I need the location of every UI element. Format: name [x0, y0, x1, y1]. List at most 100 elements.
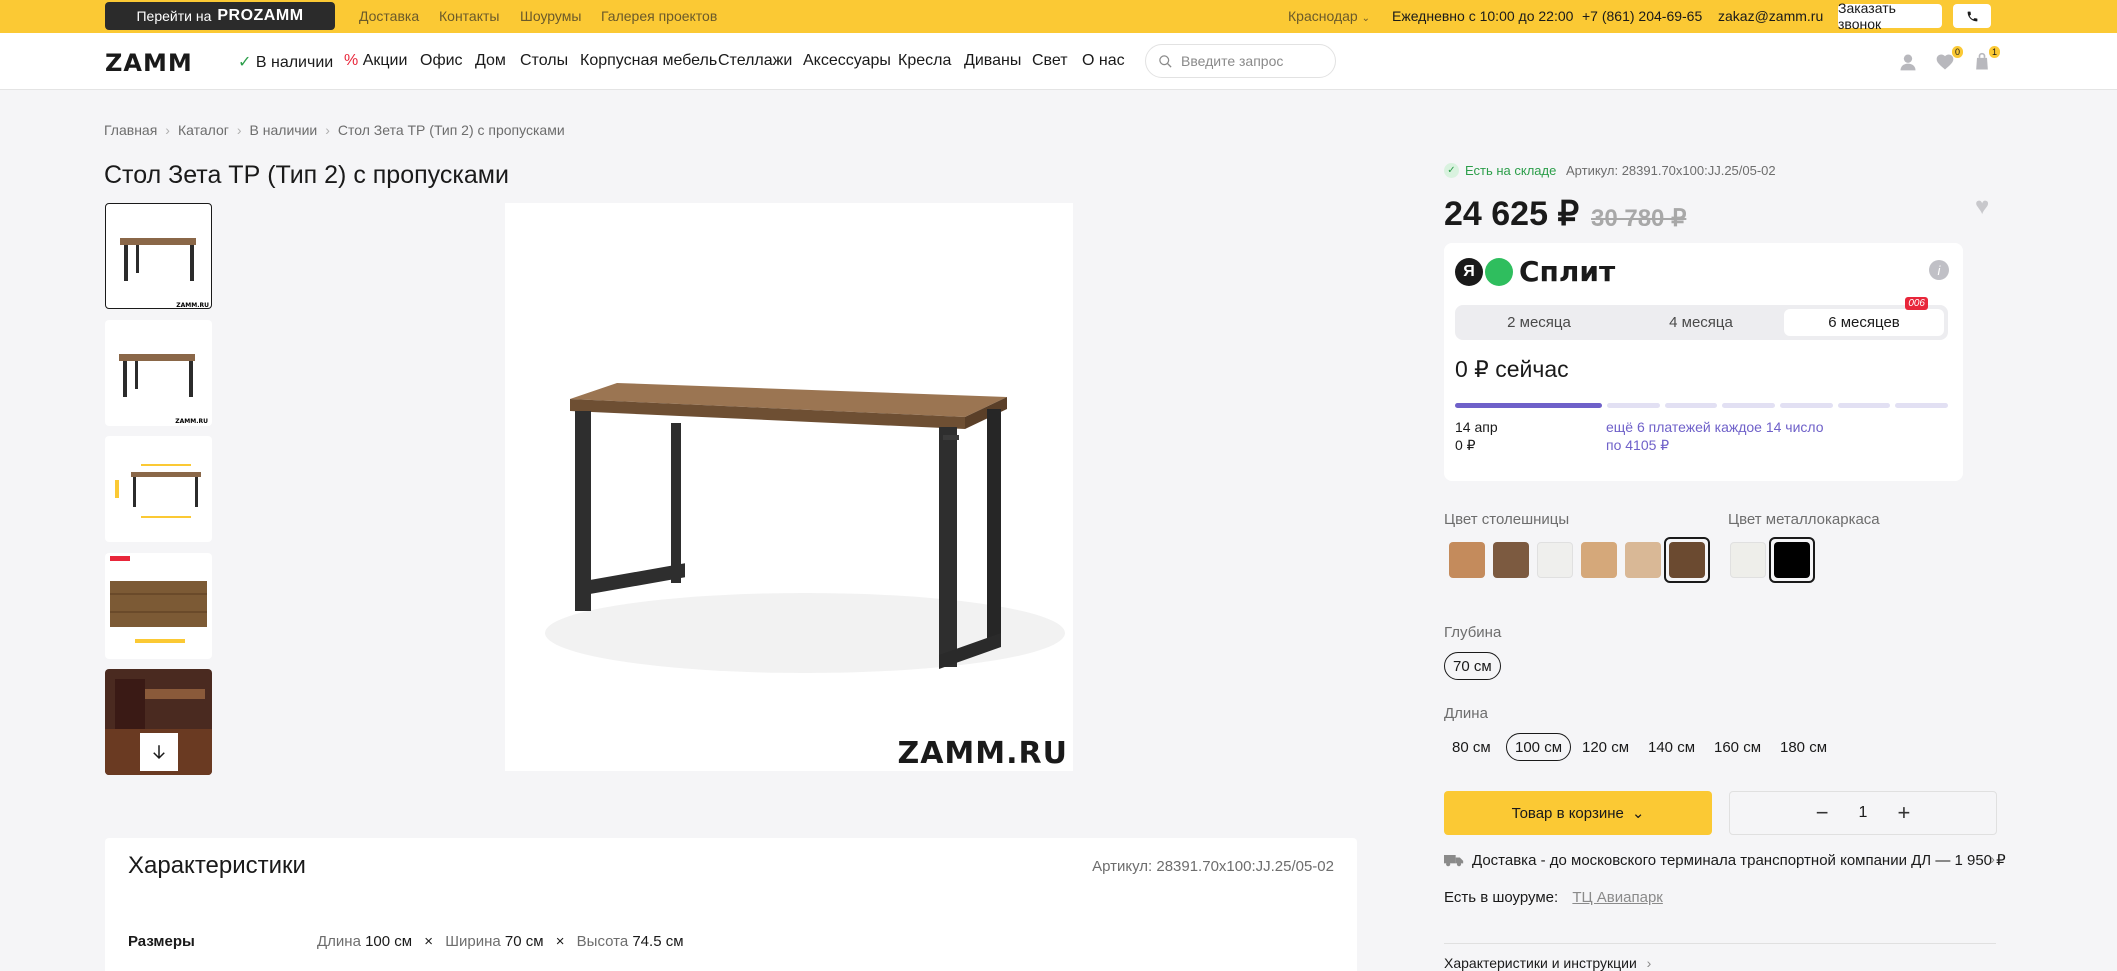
- favorites-count: 0: [1951, 46, 1963, 58]
- thumbnail[interactable]: ZAMM.RU: [105, 320, 212, 426]
- nav-item-light[interactable]: Свет: [1032, 52, 1068, 70]
- tab-6-months[interactable]: 6 месяцев: [1784, 309, 1944, 336]
- phone-button[interactable]: [1953, 4, 1991, 28]
- top-link-showrooms[interactable]: Шоурумы: [520, 8, 581, 24]
- dim-height: 74.5 см: [632, 933, 684, 950]
- plus-button[interactable]: +: [1897, 800, 1910, 826]
- truck-icon: [1444, 855, 1464, 867]
- tab-4-months[interactable]: 4 месяца: [1621, 309, 1781, 336]
- chevron-right-icon[interactable]: ›: [1990, 851, 1995, 868]
- prozamm-button[interactable]: Перейти на PROZAMM: [105, 2, 335, 30]
- length-option-80[interactable]: 80 см: [1444, 733, 1499, 761]
- cart-icon[interactable]: 1: [1970, 46, 2000, 74]
- nav-item-in-stock[interactable]: ✓ В наличии: [238, 52, 333, 72]
- thumbnail[interactable]: ZAMM.RU: [105, 203, 212, 309]
- breadcrumb: Главная › Каталог › В наличии › Стол Зет…: [104, 122, 565, 138]
- depth-option[interactable]: 70 см: [1444, 652, 1501, 680]
- nav-item-sales[interactable]: % Акции: [344, 52, 407, 70]
- nav-item-home[interactable]: Дом: [475, 52, 506, 70]
- color-swatch[interactable]: [1493, 542, 1529, 578]
- times-icon: ×: [555, 933, 565, 950]
- yandex-logo-icon: Я: [1455, 257, 1483, 286]
- site-logo[interactable]: ZAMM: [105, 49, 193, 77]
- nav-item-office[interactable]: Офис: [420, 52, 463, 70]
- old-price: 30 780 ₽: [1591, 205, 1687, 232]
- instructions-link[interactable]: Характеристики и инструкции ›: [1444, 955, 1651, 971]
- svg-text:ZAMM.RU: ZAMM.RU: [176, 302, 209, 309]
- chevron-right-icon: ›: [236, 122, 242, 138]
- email-link[interactable]: zakaz@zamm.ru: [1718, 8, 1823, 24]
- split-logo: Я Сплит: [1455, 255, 1615, 288]
- prozamm-prefix: Перейти на: [136, 8, 212, 24]
- cart-count: 1: [1988, 46, 2000, 58]
- length-option-140[interactable]: 140 см: [1640, 733, 1703, 761]
- color-swatch[interactable]: [1537, 542, 1573, 578]
- delivery-info[interactable]: Доставка - до московского терминала тран…: [1444, 851, 2006, 869]
- quantity-stepper: − 1 +: [1729, 791, 1997, 835]
- search-input[interactable]: Введите запрос: [1145, 44, 1336, 78]
- tab-2-months[interactable]: 2 месяца: [1459, 309, 1619, 336]
- payment-segment: [1837, 403, 1891, 408]
- thumbnail[interactable]: [105, 436, 212, 542]
- search-placeholder: Введите запрос: [1181, 53, 1284, 69]
- length-option-180[interactable]: 180 см: [1772, 733, 1835, 761]
- in-cart-label: Товар в корзине: [1511, 804, 1624, 822]
- rest-payments-amount: по 4105 ₽: [1606, 437, 1670, 453]
- showroom-link[interactable]: ТЦ Авиапарк: [1572, 889, 1663, 906]
- nav-item-sofas[interactable]: Диваны: [964, 52, 1021, 70]
- minus-button[interactable]: −: [1816, 800, 1829, 826]
- in-cart-button[interactable]: Товар в корзине ⌄: [1444, 791, 1712, 835]
- add-to-favorites-icon[interactable]: ♥: [1975, 193, 1989, 221]
- breadcrumb-in-stock[interactable]: В наличии: [250, 122, 318, 138]
- first-payment-date: 14 апр: [1455, 419, 1498, 435]
- scroll-down-button[interactable]: [140, 733, 178, 771]
- order-call-button[interactable]: Заказать звонок: [1838, 0, 1942, 32]
- dim-width-label: Ширина: [445, 933, 501, 950]
- thumbnail[interactable]: [105, 553, 212, 659]
- table-illustration: [545, 383, 1065, 673]
- divider: [1444, 943, 1996, 944]
- percent-icon: %: [344, 52, 359, 69]
- breadcrumb-home[interactable]: Главная: [104, 122, 157, 138]
- first-payment: 14 апр 0 ₽: [1455, 418, 1498, 454]
- pay-now-amount: 0 ₽ сейчас: [1455, 356, 1569, 382]
- length-option-160[interactable]: 160 см: [1706, 733, 1769, 761]
- dim-length: 100 см: [365, 933, 413, 950]
- showroom-label: Есть в шоуруме:: [1444, 889, 1559, 906]
- quantity-value: 1: [1858, 804, 1868, 821]
- favorites-icon[interactable]: 0: [1933, 46, 1963, 74]
- nav-item-about[interactable]: О нас: [1082, 52, 1125, 70]
- nav-item-accessories[interactable]: Аксессуары: [803, 52, 891, 70]
- color-swatch[interactable]: [1730, 542, 1766, 578]
- user-icon[interactable]: [1896, 50, 1920, 74]
- nav-item-cabinet-furniture[interactable]: Корпусная мебель: [580, 52, 717, 70]
- nav-item-chairs[interactable]: Кресла: [898, 52, 951, 70]
- color-swatch[interactable]: [1449, 542, 1485, 578]
- nav-label: В наличии: [255, 54, 334, 71]
- top-bar: Перейти на PROZAMM Доставка Контакты Шоу…: [0, 0, 2117, 33]
- characteristics-title: Характеристики: [128, 852, 306, 879]
- breadcrumb-catalog[interactable]: Каталог: [178, 122, 229, 138]
- city-selector[interactable]: Краснодар ⌄: [1288, 8, 1370, 24]
- product-main-image[interactable]: ZAMM.RU: [505, 203, 1073, 771]
- color-swatch[interactable]: [1625, 542, 1661, 578]
- length-option-120[interactable]: 120 см: [1574, 733, 1637, 761]
- check-circle-icon: ✓: [1444, 163, 1459, 178]
- nav-item-tables[interactable]: Столы: [520, 52, 568, 70]
- thumbnail[interactable]: [105, 669, 212, 775]
- phone-link[interactable]: +7 (861) 204-69-65: [1582, 8, 1702, 24]
- top-link-delivery[interactable]: Доставка: [359, 8, 419, 24]
- showroom-info: Есть в шоуруме: ТЦ Авиапарк: [1444, 889, 1663, 906]
- nav-item-shelving[interactable]: Стеллажи: [718, 52, 792, 70]
- top-link-gallery[interactable]: Галерея проектов: [601, 8, 717, 24]
- color-swatch[interactable]: [1581, 542, 1617, 578]
- search-icon: [1159, 54, 1172, 68]
- info-icon[interactable]: i: [1929, 260, 1949, 280]
- promo-badge: 006: [1905, 297, 1928, 310]
- watermark-brand: ZAMM.RU: [897, 736, 1068, 771]
- payment-segment: [1895, 403, 1948, 408]
- top-link-contacts[interactable]: Контакты: [439, 8, 499, 24]
- phone-icon: [1967, 11, 1977, 21]
- chevron-down-icon: ⌄: [1631, 805, 1645, 822]
- length-option-100[interactable]: 100 см: [1506, 733, 1572, 761]
